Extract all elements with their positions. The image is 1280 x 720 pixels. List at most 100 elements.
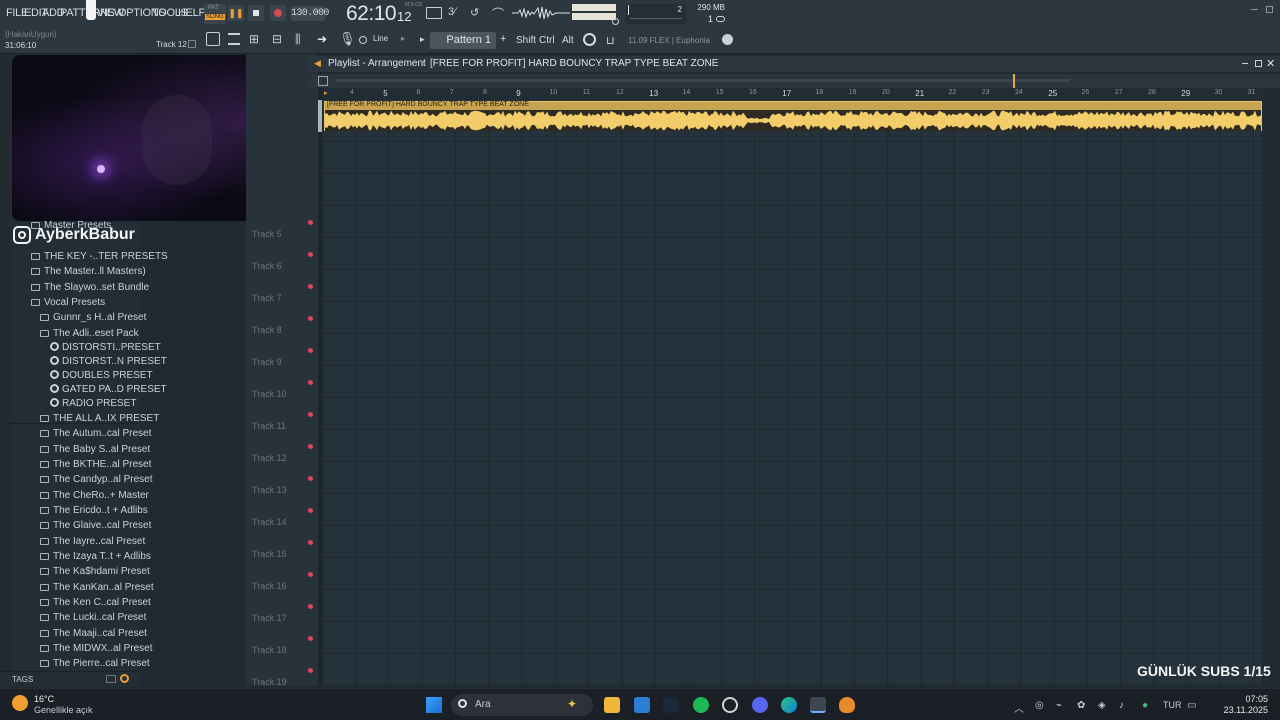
audio-clip[interactable]: [FREE FOR PROFIT] HARD BOUNCY TRAP TYPE …: [324, 101, 1262, 131]
track-label[interactable]: Track 13: [252, 485, 287, 495]
tray-icon[interactable]: ✿: [1077, 700, 1085, 711]
playlist-icon[interactable]: [206, 32, 220, 46]
channel-rack-icon[interactable]: ⊞: [249, 32, 259, 46]
piano-icon[interactable]: [426, 7, 442, 19]
track-label[interactable]: Track 12: [252, 453, 287, 463]
track-label[interactable]: Track 16: [252, 581, 287, 591]
track-label[interactable]: Track 15: [252, 549, 287, 559]
track-label[interactable]: Track 9: [252, 357, 282, 367]
tray-chevron-icon[interactable]: ︿: [1014, 700, 1024, 715]
folder-icon[interactable]: [106, 675, 116, 683]
record-button[interactable]: [270, 5, 286, 21]
track-mute-led[interactable]: [308, 220, 313, 225]
browser-folder-item[interactable]: THE KEY -..TER PRESETS: [31, 249, 168, 264]
cart-icon[interactable]: ⊔: [606, 34, 615, 47]
browser-preset-item[interactable]: DISTORST..N PRESET: [50, 354, 167, 369]
lock-icon[interactable]: [188, 40, 196, 48]
arrow-right-icon[interactable]: ➜: [317, 32, 327, 46]
fl-studio-icon[interactable]: [839, 697, 855, 713]
pat-song-toggle[interactable]: PAT SONG: [204, 4, 226, 24]
browser-folder-item[interactable]: The KanKan..al Preset: [40, 580, 154, 595]
stop-button[interactable]: [248, 5, 264, 21]
toggle-icon[interactable]: [716, 16, 725, 22]
spotify-icon[interactable]: [693, 697, 709, 713]
browser-folder-item[interactable]: The Ericdo..t + Adlibs: [40, 503, 148, 518]
pattern-selector[interactable]: Pattern 1: [430, 32, 496, 49]
browser-folder-item[interactable]: The MIDWX..al Preset: [40, 641, 152, 656]
mixer-icon[interactable]: ⊟: [272, 32, 282, 46]
playlist-close-icon[interactable]: ✕: [1266, 57, 1275, 70]
shift-key-button[interactable]: Shift: [516, 35, 536, 46]
piano-roll-icon[interactable]: [228, 33, 240, 45]
weather-icon[interactable]: [12, 695, 28, 711]
add-pattern-button[interactable]: +: [500, 33, 506, 45]
track-label[interactable]: Track 8: [252, 325, 282, 335]
track-mute-led[interactable]: [308, 348, 313, 353]
track-label[interactable]: Track 14: [252, 517, 287, 527]
input-language[interactable]: TUR: [1163, 700, 1182, 710]
browser-collapse-strip[interactable]: [0, 56, 10, 686]
weather-desc[interactable]: Genellikle açık: [34, 705, 93, 715]
track-mute-led[interactable]: [308, 316, 313, 321]
arrangement-name[interactable]: [FREE FOR PROFIT] HARD BOUNCY TRAP TYPE …: [430, 58, 718, 69]
tray-icon[interactable]: ◈: [1098, 700, 1106, 711]
track-label[interactable]: Track 17: [252, 613, 287, 623]
track-mute-led[interactable]: [308, 252, 313, 257]
browser-folder-item[interactable]: The Ken C..cal Preset: [40, 595, 151, 610]
edge-icon[interactable]: [781, 697, 797, 713]
microphone-icon[interactable]: 🎙: [339, 31, 356, 47]
microphone-icon[interactable]: ●: [1142, 700, 1148, 711]
window-maximize-icon[interactable]: [1266, 6, 1273, 13]
plugin-icon[interactable]: ⫼: [295, 32, 301, 47]
tags-label[interactable]: TAGS: [12, 675, 33, 684]
tray-icon[interactable]: ⌁: [1056, 700, 1062, 711]
clock-date[interactable]: 23.11.2025: [1210, 705, 1268, 715]
track-mute-led[interactable]: [308, 412, 313, 417]
track-label[interactable]: Track 18: [252, 645, 287, 655]
magnet-icon[interactable]: [359, 36, 367, 44]
browser-folder-item[interactable]: The Glaive..cal Preset: [40, 518, 151, 533]
pause-button[interactable]: ❚❚: [228, 5, 244, 21]
browser-folder-item[interactable]: The Baby S..al Preset: [40, 442, 150, 457]
track-mute-led[interactable]: [308, 444, 313, 449]
browser-folder-item[interactable]: The Izaya T..t + Adlibs: [40, 549, 151, 564]
browser-folder-item[interactable]: The Ka$hdami Preset: [40, 564, 150, 579]
metronome-icon[interactable]: 3⁄: [448, 6, 456, 18]
search-icon[interactable]: [120, 674, 129, 683]
photos-icon[interactable]: [634, 697, 650, 713]
browser-folder-item[interactable]: The Lucki..cal Preset: [40, 610, 146, 625]
scroll-handle-icon[interactable]: [318, 76, 328, 86]
media-player-icon[interactable]: [722, 697, 738, 713]
ctrl-key-button[interactable]: Ctrl: [539, 35, 555, 46]
master-pitch-knob[interactable]: [612, 18, 619, 25]
pattern-prev-icon[interactable]: ▸: [420, 34, 425, 45]
track-label[interactable]: Track 7: [252, 293, 282, 303]
blend-notes-icon[interactable]: ⌒: [492, 5, 504, 22]
track-label[interactable]: Track 19: [252, 677, 287, 687]
track-mute-led[interactable]: [308, 476, 313, 481]
track-label[interactable]: Track 11: [252, 421, 286, 431]
online-status-icon[interactable]: [722, 34, 733, 45]
browser-folder-item[interactable]: The Iayre..cal Preset: [40, 534, 145, 549]
menu-help[interactable]: HELP: [178, 7, 206, 19]
browser-folder-item[interactable]: The BKTHE..al Preset: [40, 457, 151, 472]
window-minimize-icon[interactable]: [1251, 9, 1258, 10]
browser-preset-item[interactable]: RADIO PRESET: [50, 396, 136, 411]
track-mute-led[interactable]: [308, 284, 313, 289]
news-ticker[interactable]: 11.09 FLEX | Euphonia: [628, 36, 710, 45]
volume-icon[interactable]: ♪: [1119, 700, 1124, 711]
tempo-display[interactable]: 130.000: [291, 6, 329, 21]
snap-select[interactable]: Line: [373, 34, 388, 43]
track-label[interactable]: Track 5: [252, 229, 282, 239]
track-label[interactable]: Track 6: [252, 261, 282, 271]
browser-folder-item[interactable]: THE ALL A..IX PRESET: [40, 411, 159, 426]
track-mute-led[interactable]: [308, 636, 313, 641]
track-mute-led[interactable]: [308, 604, 313, 609]
timeline-ruler[interactable]: ▸ 4 5 6 7 8 9 10 11 12 13 14 15 16 17 18 19 20 21 22 23 24 25…: [322, 88, 1262, 100]
browser-preset-item[interactable]: DOUBLES PRESET: [50, 368, 153, 383]
alt-key-button[interactable]: Alt: [562, 35, 574, 46]
network-icon[interactable]: ▭: [1187, 700, 1196, 711]
weather-temp[interactable]: 16°C: [34, 694, 54, 704]
playlist-minimize-icon[interactable]: [1242, 63, 1248, 64]
browser-folder-item[interactable]: The Maaji..cal Preset: [40, 626, 147, 641]
